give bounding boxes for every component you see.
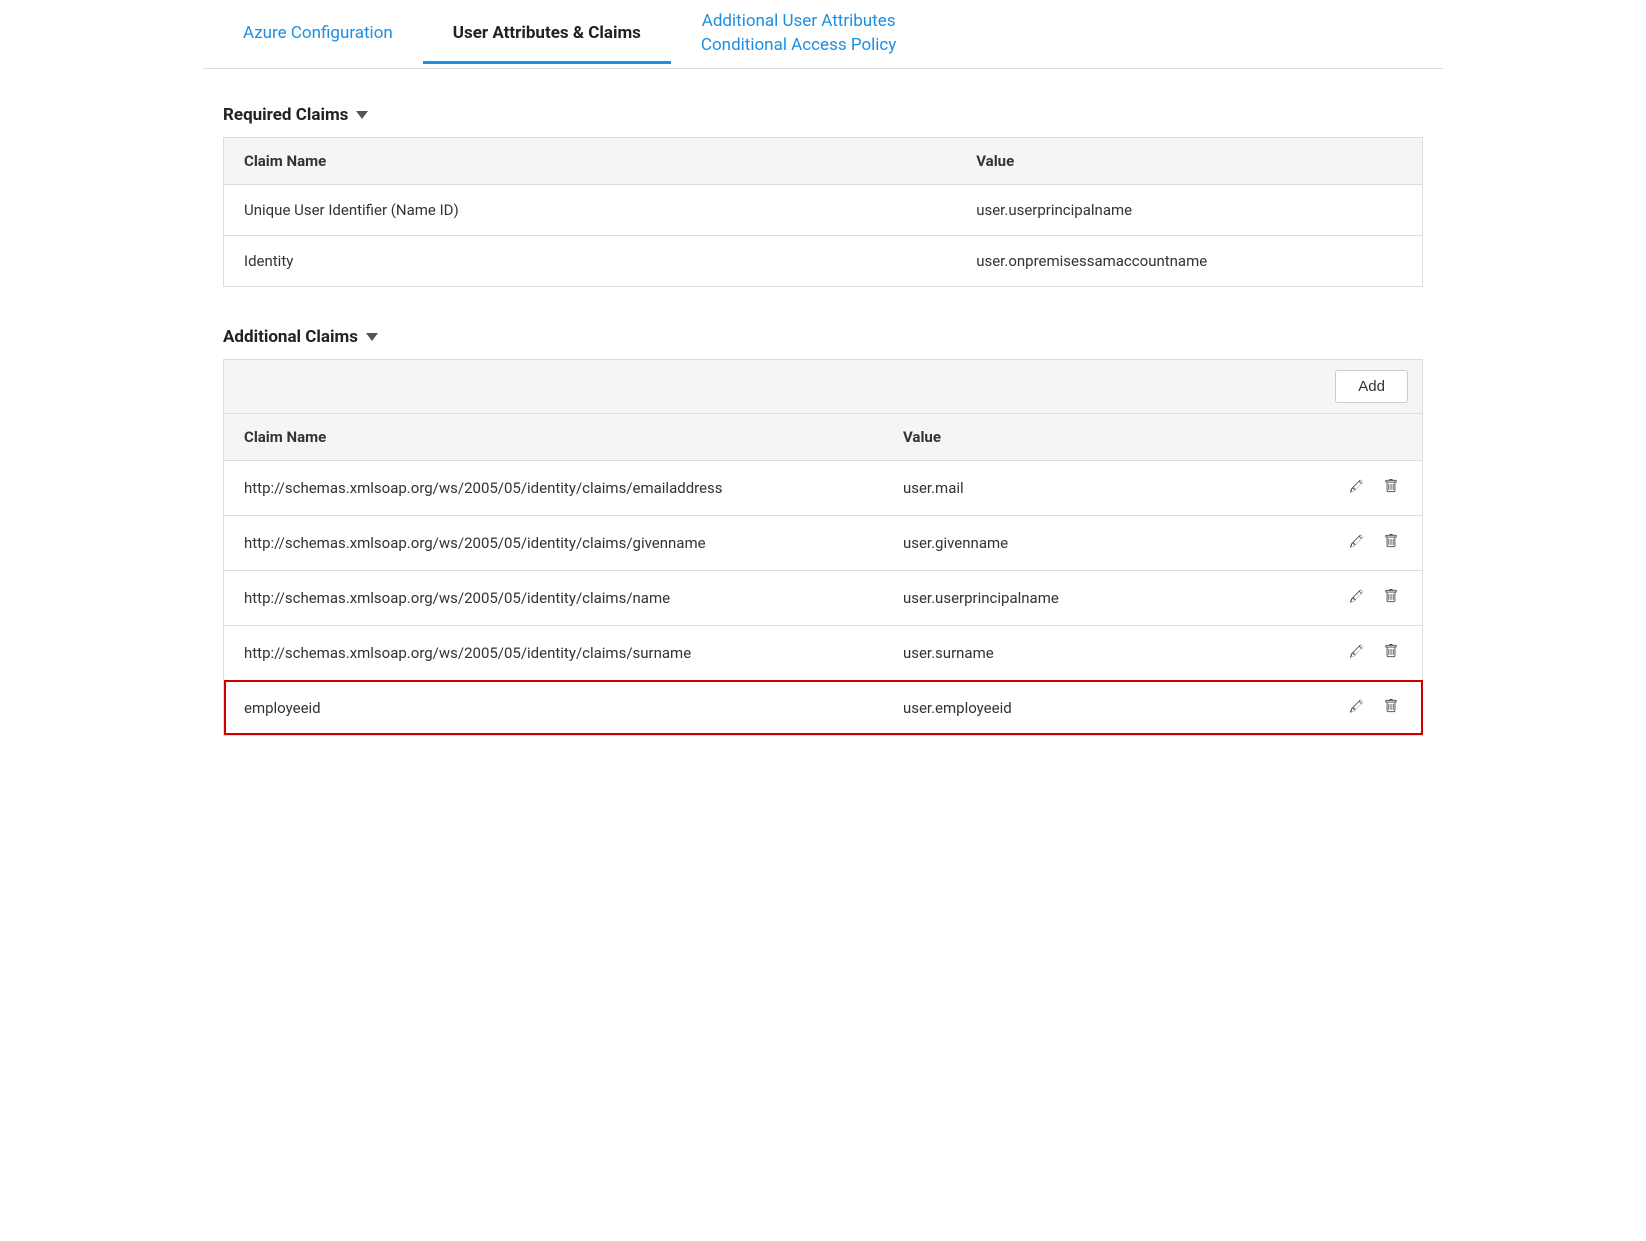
- required-claims-title: Required Claims: [223, 105, 348, 125]
- add-toolbar: Add: [223, 359, 1423, 413]
- additional-claim-value-2: user.userprincipalname: [883, 570, 1303, 625]
- add-claim-button[interactable]: Add: [1335, 370, 1408, 403]
- additional-claim-value-3: user.surname: [883, 625, 1303, 680]
- table-row: employeeiduser.employeeid: [224, 680, 1423, 735]
- edit-claim-button-2[interactable]: [1346, 587, 1368, 609]
- required-claims-table: Claim Name Value Unique User Identifier …: [223, 137, 1423, 287]
- main-content: Required Claims Claim Name Value Unique …: [203, 69, 1443, 780]
- required-claim-name-0: Unique User Identifier (Name ID): [224, 184, 957, 235]
- additional-claim-value-1: user.givenname: [883, 515, 1303, 570]
- delete-claim-button-0[interactable]: [1380, 477, 1402, 499]
- additional-claim-name-0: http://schemas.xmlsoap.org/ws/2005/05/id…: [224, 460, 883, 515]
- additional-claim-actions-3: [1303, 625, 1423, 680]
- edit-claim-button-4[interactable]: [1346, 697, 1368, 719]
- table-row: Unique User Identifier (Name ID) user.us…: [224, 184, 1423, 235]
- edit-claim-button-0[interactable]: [1346, 477, 1368, 499]
- additional-claim-actions-1: [1303, 515, 1423, 570]
- top-navigation: Azure Configuration User Attributes & Cl…: [203, 0, 1443, 69]
- required-claims-header: Required Claims: [223, 89, 1423, 137]
- additional-claim-actions-4: [1303, 680, 1423, 735]
- additional-claim-name-1: http://schemas.xmlsoap.org/ws/2005/05/id…: [224, 515, 883, 570]
- required-claim-name-1: Identity: [224, 235, 957, 286]
- delete-claim-button-1[interactable]: [1380, 532, 1402, 554]
- additional-claim-value-0: user.mail: [883, 460, 1303, 515]
- additional-claims-col-name: Claim Name: [224, 413, 883, 460]
- required-claim-value-0: user.userprincipalname: [956, 184, 1422, 235]
- required-claims-col-name: Claim Name: [224, 137, 957, 184]
- table-row: http://schemas.xmlsoap.org/ws/2005/05/id…: [224, 515, 1423, 570]
- additional-claims-chevron[interactable]: [366, 333, 378, 341]
- additional-claims-col-actions: [1303, 413, 1423, 460]
- delete-claim-button-3[interactable]: [1380, 642, 1402, 664]
- additional-claim-name-4: employeeid: [224, 680, 883, 735]
- required-claims-chevron[interactable]: [356, 111, 368, 119]
- edit-claim-button-1[interactable]: [1346, 532, 1368, 554]
- delete-claim-button-2[interactable]: [1380, 587, 1402, 609]
- additional-claims-title: Additional Claims: [223, 327, 358, 347]
- edit-claim-button-3[interactable]: [1346, 642, 1368, 664]
- additional-claims-header: Additional Claims: [223, 311, 1423, 359]
- additional-claim-name-2: http://schemas.xmlsoap.org/ws/2005/05/id…: [224, 570, 883, 625]
- additional-claims-col-value: Value: [883, 413, 1303, 460]
- additional-claims-table: Claim Name Value http://schemas.xmlsoap.…: [223, 413, 1423, 736]
- tab-conditional-access[interactable]: Conditional Access Policy: [701, 34, 896, 58]
- additional-claim-actions-2: [1303, 570, 1423, 625]
- required-claim-value-1: user.onpremisessamaccountname: [956, 235, 1422, 286]
- tab-user-attributes[interactable]: User Attributes & Claims: [423, 5, 671, 64]
- delete-claim-button-4[interactable]: [1380, 697, 1402, 719]
- additional-claim-value-4: user.employeeid: [883, 680, 1303, 735]
- additional-claim-actions-0: [1303, 460, 1423, 515]
- table-row: Identity user.onpremisessamaccountname: [224, 235, 1423, 286]
- required-claims-col-value: Value: [956, 137, 1422, 184]
- additional-claim-name-3: http://schemas.xmlsoap.org/ws/2005/05/id…: [224, 625, 883, 680]
- tab-additional-group[interactable]: Additional User Attributes Conditional A…: [671, 0, 926, 68]
- table-row: http://schemas.xmlsoap.org/ws/2005/05/id…: [224, 570, 1423, 625]
- tab-azure-config[interactable]: Azure Configuration: [213, 5, 423, 64]
- table-row: http://schemas.xmlsoap.org/ws/2005/05/id…: [224, 460, 1423, 515]
- tab-additional-user-attributes[interactable]: Additional User Attributes: [702, 10, 896, 34]
- table-row: http://schemas.xmlsoap.org/ws/2005/05/id…: [224, 625, 1423, 680]
